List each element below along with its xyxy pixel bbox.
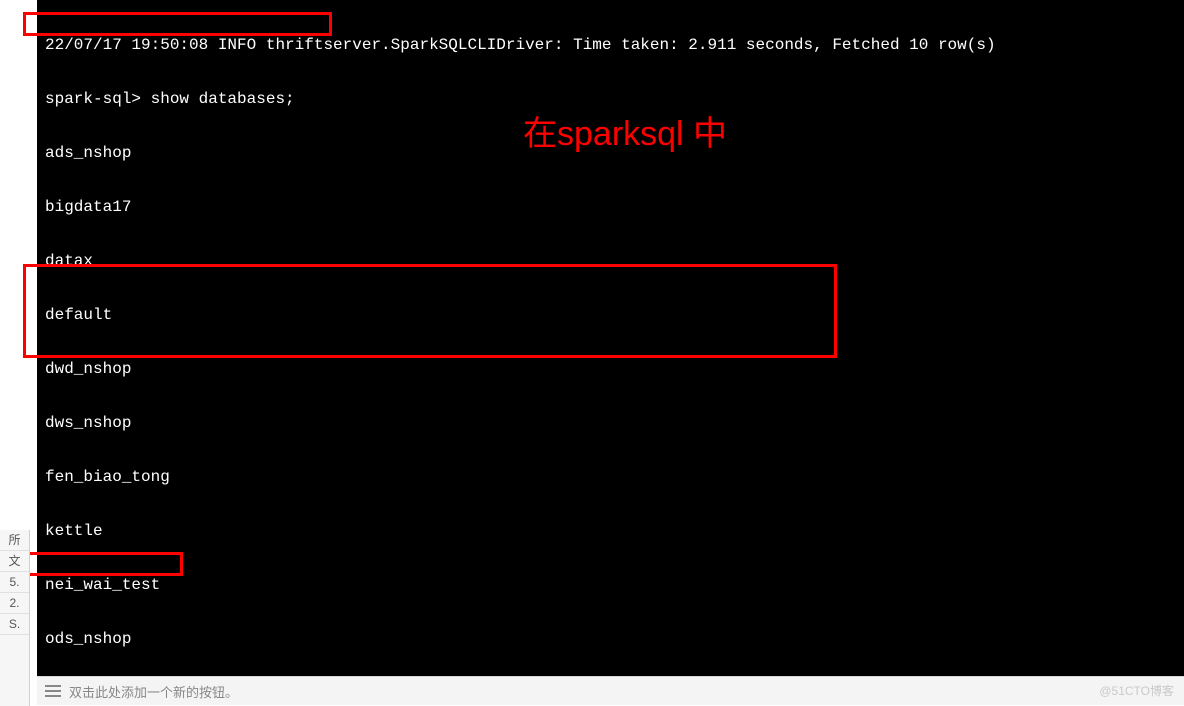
bottom-hint-text: 双击此处添加一个新的按钮。 [69,682,238,701]
terminal-line: bigdata17 [45,198,1176,216]
terminal-line: kettle [45,522,1176,540]
left-sidebar: 所 文 5. 2. S. [0,530,30,706]
terminal-line: dwd_nshop [45,360,1176,378]
terminal-line: ods_nshop [45,630,1176,648]
terminal-line: dws_nshop [45,414,1176,432]
watermark-text: @51CTO博客 [1099,682,1174,699]
terminal-output[interactable]: 22/07/17 19:50:08 INFO thriftserver.Spar… [37,0,1184,676]
hamburger-icon[interactable] [45,685,61,697]
bottom-toolbar[interactable]: 双击此处添加一个新的按钮。 [37,676,1184,705]
terminal-line: fen_biao_tong [45,468,1176,486]
sidebar-item[interactable]: S. [0,614,29,635]
sidebar-item[interactable]: 所 [0,530,29,551]
sidebar-item[interactable]: 2. [0,593,29,614]
terminal-line: datax [45,252,1176,270]
terminal-line: spark-sql> show databases; [45,90,1176,108]
terminal-line: ads_nshop [45,144,1176,162]
terminal-line: default [45,306,1176,324]
terminal-line: 22/07/17 19:50:08 INFO thriftserver.Spar… [45,36,1176,54]
terminal-line: nei_wai_test [45,576,1176,594]
sidebar-item[interactable]: 文 [0,551,29,572]
sidebar-item[interactable]: 5. [0,572,29,593]
